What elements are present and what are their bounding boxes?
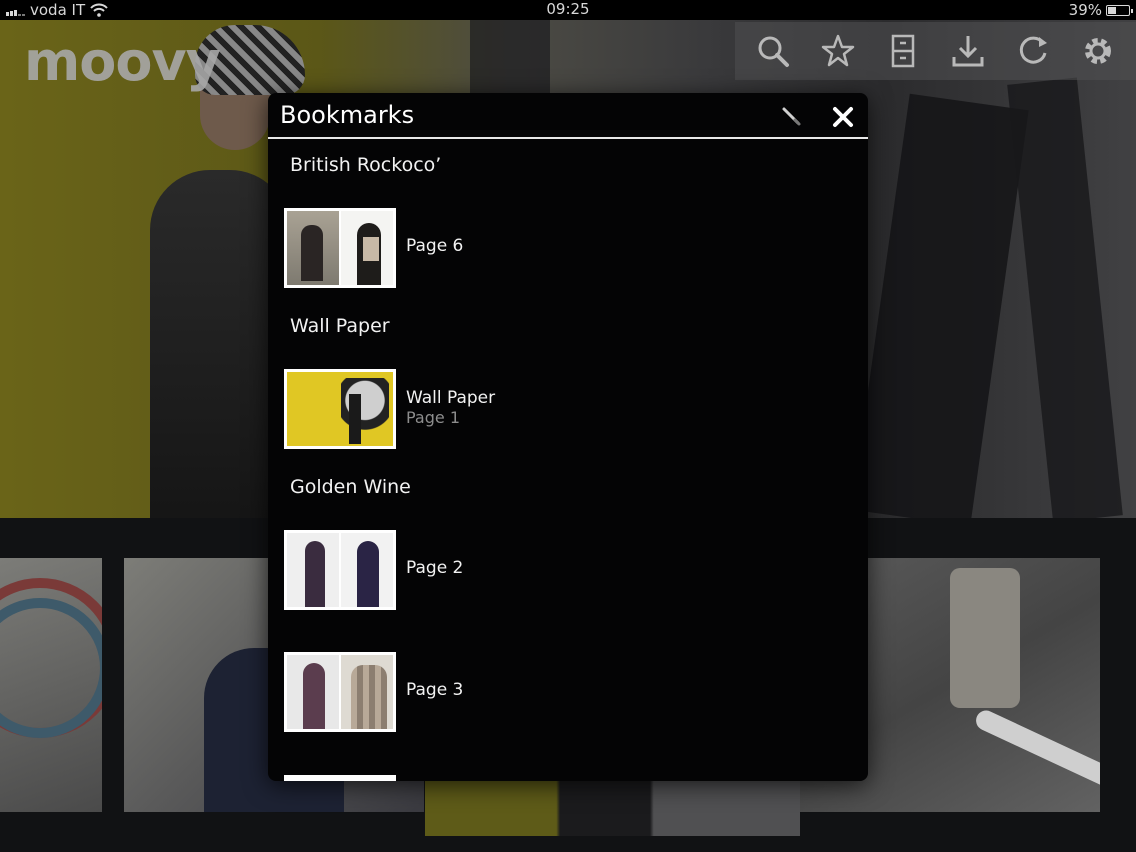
bookmark-label: Wall Paper (406, 388, 496, 408)
cover-art-brushstroke (851, 93, 1029, 518)
settings-button[interactable] (1071, 24, 1125, 78)
close-icon[interactable] (831, 105, 855, 129)
bookmark-thumbnail (284, 530, 396, 610)
edit-pencil-icon[interactable] (780, 105, 802, 127)
battery-icon (1106, 4, 1133, 16)
top-toolbar (735, 22, 1136, 80)
bookmark-section-title: British Rockoco’ (290, 154, 442, 176)
bookmark-thumbnail-partial[interactable] (284, 775, 396, 781)
bookmark-thumbnail (284, 369, 396, 449)
archive-icon (891, 34, 915, 68)
status-right: 39% (1068, 1, 1133, 19)
bookmarks-header: Bookmarks (268, 93, 868, 139)
issue-thumbnail[interactable] (0, 558, 102, 812)
bookmark-page-number: Page 1 (406, 408, 460, 427)
app-logo: moovy (24, 30, 221, 93)
search-button[interactable] (746, 24, 800, 78)
star-icon (821, 34, 855, 67)
status-bar: voda IT 09:25 39% (0, 0, 1136, 20)
bookmark-thumbnail (284, 652, 396, 732)
downloads-button[interactable] (941, 24, 995, 78)
download-icon (952, 36, 984, 67)
bookmark-section-title: Wall Paper (290, 315, 390, 337)
archive-button[interactable] (876, 24, 930, 78)
bookmarks-button[interactable] (811, 24, 865, 78)
bookmark-label: Page 6 (406, 236, 464, 256)
refresh-icon (1019, 36, 1047, 64)
battery-percent: 39% (1068, 1, 1102, 19)
gear-icon (1084, 38, 1111, 64)
issue-thumbnail[interactable] (425, 780, 800, 836)
cover-art-brushstroke (1007, 77, 1123, 518)
clock: 09:25 (546, 0, 590, 18)
bookmark-label: Page 3 (406, 680, 464, 700)
bookmark-item[interactable]: Page 6 (284, 208, 844, 288)
bookmark-thumbnail (284, 208, 396, 288)
refresh-button[interactable] (1006, 24, 1060, 78)
bookmark-section-title: Golden Wine (290, 476, 411, 498)
bookmarks-panel: Bookmarks British Rockoco’ Page 6 Wall P… (268, 93, 868, 781)
bookmark-item[interactable]: Wall Paper Page 1 (284, 369, 844, 449)
bookmark-label: Page 2 (406, 558, 464, 578)
panel-title: Bookmarks (280, 101, 415, 129)
bookmark-item[interactable]: Page 3 (284, 652, 844, 732)
search-icon (758, 36, 790, 67)
bookmark-item[interactable]: Page 2 (284, 530, 844, 610)
